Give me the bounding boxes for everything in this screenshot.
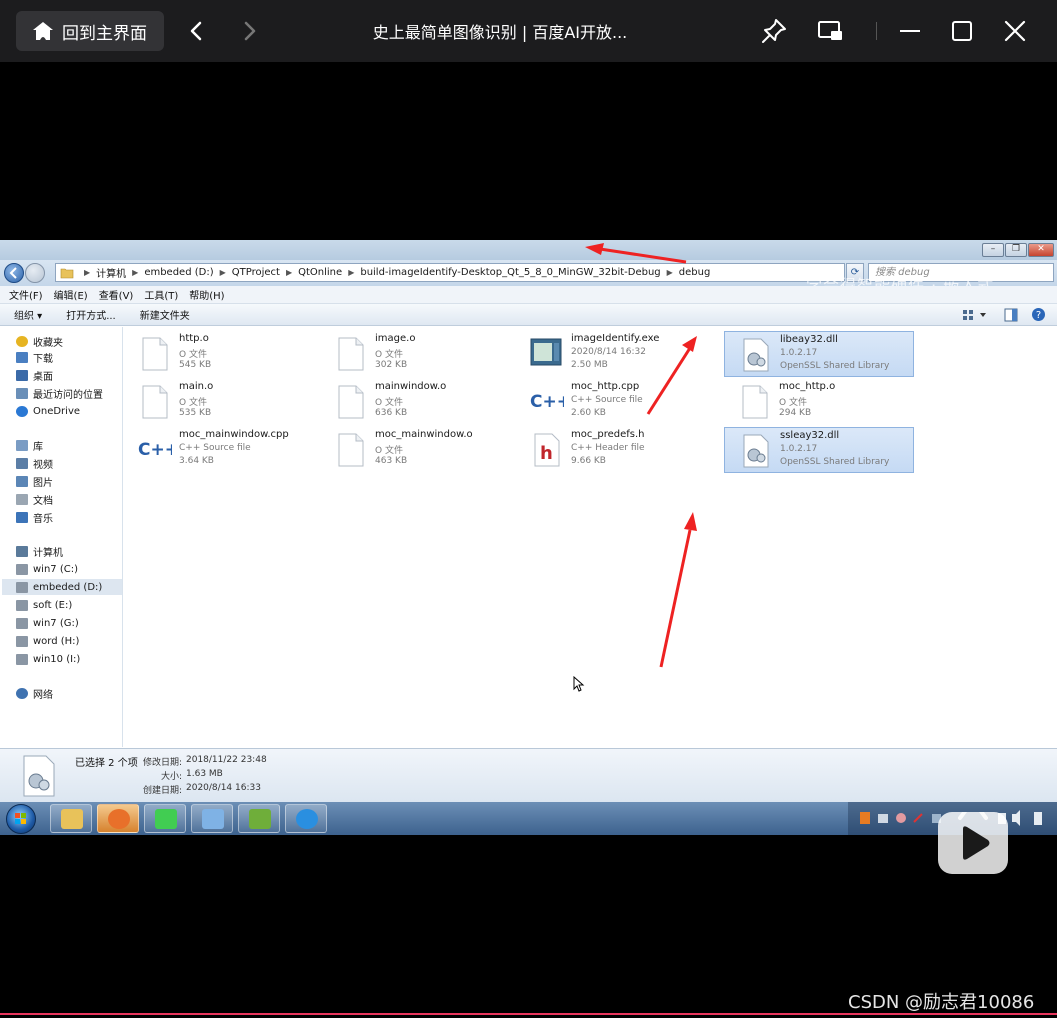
- dll-icon: [23, 755, 55, 797]
- qt-creator-icon: [155, 809, 177, 829]
- start-button[interactable]: [6, 804, 36, 834]
- details-pane: 已选择 2 个项 修改日期: 2018/11/22 23:48 大小: 1.63…: [0, 748, 1057, 802]
- play-icon: [958, 808, 990, 860]
- video-title: 史上最简单图像识别 | 百度AI开放...: [372, 23, 628, 42]
- created-label: 创建日期:: [143, 786, 183, 796]
- home-button[interactable]: 回到主界面: [16, 11, 164, 51]
- modified-label: 修改日期:: [143, 758, 183, 768]
- video-progress-bar[interactable]: [0, 1013, 1057, 1015]
- size-label: 大小:: [161, 772, 183, 782]
- notepad-icon: [249, 809, 271, 829]
- red-arrow-ssleay-dll: [659, 512, 697, 668]
- taskbar-button[interactable]: [144, 804, 186, 833]
- file-explorer-icon: [61, 809, 83, 829]
- minimize-icon[interactable]: [896, 17, 924, 45]
- firefox-icon: [108, 809, 130, 829]
- taskbar-button[interactable]: [97, 804, 139, 833]
- home-button-label: 回到主界面: [62, 23, 147, 44]
- forward-arrow-icon[interactable]: [236, 18, 262, 44]
- created-value: 2020/8/14 16:33: [186, 783, 261, 793]
- windows-taskbar: [0, 802, 1057, 835]
- size-value: 1.63 MB: [186, 769, 223, 779]
- internet-explorer-icon: [296, 809, 318, 829]
- player-top-bar: 回到主界面 史上最简单图像识别 | 百度AI开放...: [0, 0, 1057, 62]
- pin-icon[interactable]: [760, 17, 788, 45]
- taskbar-button[interactable]: [50, 804, 92, 833]
- modified-value: 2018/11/22 23:48: [186, 755, 267, 765]
- taskbar-button[interactable]: [285, 804, 327, 833]
- maximize-icon[interactable]: [948, 17, 976, 45]
- separator: [876, 22, 877, 40]
- back-arrow-icon[interactable]: [184, 18, 210, 44]
- taskbar-button[interactable]: [191, 804, 233, 833]
- annotation-arrows: [585, 243, 697, 668]
- mini-window-icon[interactable]: [816, 17, 844, 45]
- selection-count: 已选择 2 个项: [75, 758, 138, 769]
- video-frame[interactable]: – ❐ ✕ ▶ 计算机 ▶ embeded (D:) ▶ QTProject ▶…: [0, 240, 1057, 835]
- play-button[interactable]: [938, 808, 1008, 874]
- player-window: 回到主界面 史上最简单图像识别 | 百度AI开放... – ❐ ✕ ▶ 计算机 …: [0, 0, 1057, 1018]
- paint-icon: [202, 809, 224, 829]
- red-arrow-libeay-dll: [646, 336, 697, 415]
- csdn-watermark: CSDN @励志君10086: [848, 992, 1035, 1013]
- taskbar-button[interactable]: [238, 804, 280, 833]
- red-arrow-title-bar: [585, 243, 687, 264]
- home-icon: [33, 22, 53, 40]
- windows-logo-icon: [15, 813, 26, 824]
- video-progress-fill: [0, 1013, 1057, 1015]
- close-icon[interactable]: [1001, 17, 1029, 45]
